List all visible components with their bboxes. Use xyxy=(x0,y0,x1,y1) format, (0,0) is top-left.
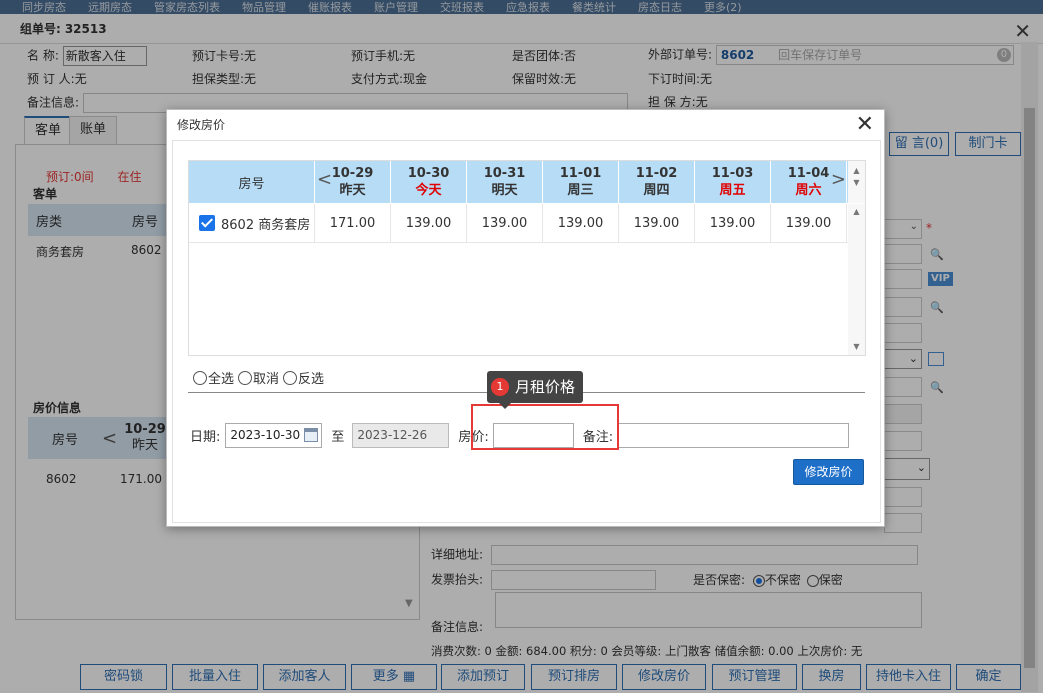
submit-modify-price-button[interactable]: 修改房价 xyxy=(793,459,864,485)
body-scrollbar[interactable]: ▲ ▼ xyxy=(848,204,865,355)
note-input[interactable] xyxy=(617,423,850,448)
price-cell-6[interactable]: 139.00 xyxy=(771,204,847,242)
cancel-select-label: 取消 xyxy=(253,372,280,387)
selection-controls: 全选 取消 反选 xyxy=(193,368,324,387)
date-6: 11-04 xyxy=(787,166,830,181)
price-grid-date-2: 10-31 明天 xyxy=(467,161,543,203)
select-all-label: 全选 xyxy=(208,372,235,387)
price-cell-3[interactable]: 139.00 xyxy=(543,204,619,242)
annotation-tooltip: 1 月租价格 xyxy=(487,371,584,409)
next-dates-icon[interactable]: > xyxy=(831,171,846,189)
weekday-5: 周五 xyxy=(719,183,746,198)
price-grid-date-0: <10-29 昨天 xyxy=(315,161,391,203)
price-cell-1[interactable]: 139.00 xyxy=(391,204,467,242)
date-to-value: 2023-12-26 xyxy=(357,428,428,442)
price-cell-4[interactable]: 139.00 xyxy=(619,204,695,242)
price-grid-row[interactable]: 8602 商务套房 171.00 139.00 139.00 139.00 13… xyxy=(189,204,849,243)
date-5: 11-03 xyxy=(711,166,754,181)
weekday-3: 周三 xyxy=(567,183,594,198)
date-0: 10-29 xyxy=(331,166,374,181)
date-2: 10-31 xyxy=(483,166,526,181)
calendar-icon[interactable] xyxy=(304,428,319,442)
note-label: 备注: xyxy=(582,430,614,445)
price-grid-header-room: 房号 xyxy=(189,161,315,203)
price-row-room[interactable]: 8602 商务套房 xyxy=(189,204,315,242)
price-grid-date-5: 11-03 周五 xyxy=(695,161,771,203)
invert-select-label: 反选 xyxy=(298,372,325,387)
price-grid-date-6: 11-04 周六 > xyxy=(771,161,847,203)
header-scrollbar[interactable]: ▲ ▼ xyxy=(848,161,865,203)
price-grid: 房号 <10-29 昨天 10-30 今天 10-31 明天 11-01 周三 11-0… xyxy=(188,160,866,356)
price-grid-date-1: 10-30 今天 xyxy=(391,161,467,203)
price-cell-2[interactable]: 139.00 xyxy=(467,204,543,242)
select-all-option[interactable]: 全选 xyxy=(193,368,234,387)
price-cell-0[interactable]: 171.00 xyxy=(315,204,391,242)
date-label: 日期: xyxy=(190,430,221,445)
price-label: 房价: xyxy=(458,430,489,445)
prev-dates-icon[interactable]: < xyxy=(317,171,332,189)
date-3: 11-01 xyxy=(559,166,602,181)
date-from-input[interactable]: 2023-10-30 xyxy=(225,423,323,448)
dialog-close-icon[interactable]: ✕ xyxy=(856,113,874,137)
weekday-2: 明天 xyxy=(491,183,518,198)
price-row-room-label: 8602 商务套房 xyxy=(221,217,311,233)
date-4: 11-02 xyxy=(635,166,678,181)
dialog-body: 房号 <10-29 昨天 10-30 今天 10-31 明天 11-01 周三 11-0… xyxy=(172,140,881,523)
invert-select-radio[interactable] xyxy=(283,370,298,385)
to-label: 至 xyxy=(331,430,345,445)
select-all-radio[interactable] xyxy=(193,370,207,385)
modify-form-row: 日期: 2023-10-30 至 2023-12-26 房价: 备注: xyxy=(190,423,850,448)
weekday-1: 今天 xyxy=(415,183,442,198)
date-1: 10-30 xyxy=(407,166,450,181)
date-to-input: 2023-12-26 xyxy=(352,423,450,448)
annotation-number-badge: 1 xyxy=(491,378,509,396)
price-input[interactable] xyxy=(492,423,574,448)
price-grid-date-3: 11-01 周三 xyxy=(543,161,619,203)
price-cell-5[interactable]: 139.00 xyxy=(695,204,771,242)
annotation-text: 月租价格 xyxy=(515,378,576,396)
cancel-select-option[interactable]: 取消 xyxy=(238,368,279,387)
weekday-4: 周四 xyxy=(643,183,670,198)
price-grid-date-4: 11-02 周四 xyxy=(619,161,695,203)
invert-select-option[interactable]: 反选 xyxy=(283,368,324,387)
date-from-value: 2023-10-30 xyxy=(230,428,301,442)
dialog-title: 修改房价 xyxy=(177,118,226,132)
modify-price-dialog: 修改房价 ✕ 房号 <10-29 昨天 10-30 今天 10-31 明天 11-01… xyxy=(166,109,885,527)
cancel-select-radio[interactable] xyxy=(238,370,253,385)
row-checkbox[interactable] xyxy=(199,215,215,231)
price-grid-header: 房号 <10-29 昨天 10-30 今天 10-31 明天 11-01 周三 11-0… xyxy=(189,161,849,203)
